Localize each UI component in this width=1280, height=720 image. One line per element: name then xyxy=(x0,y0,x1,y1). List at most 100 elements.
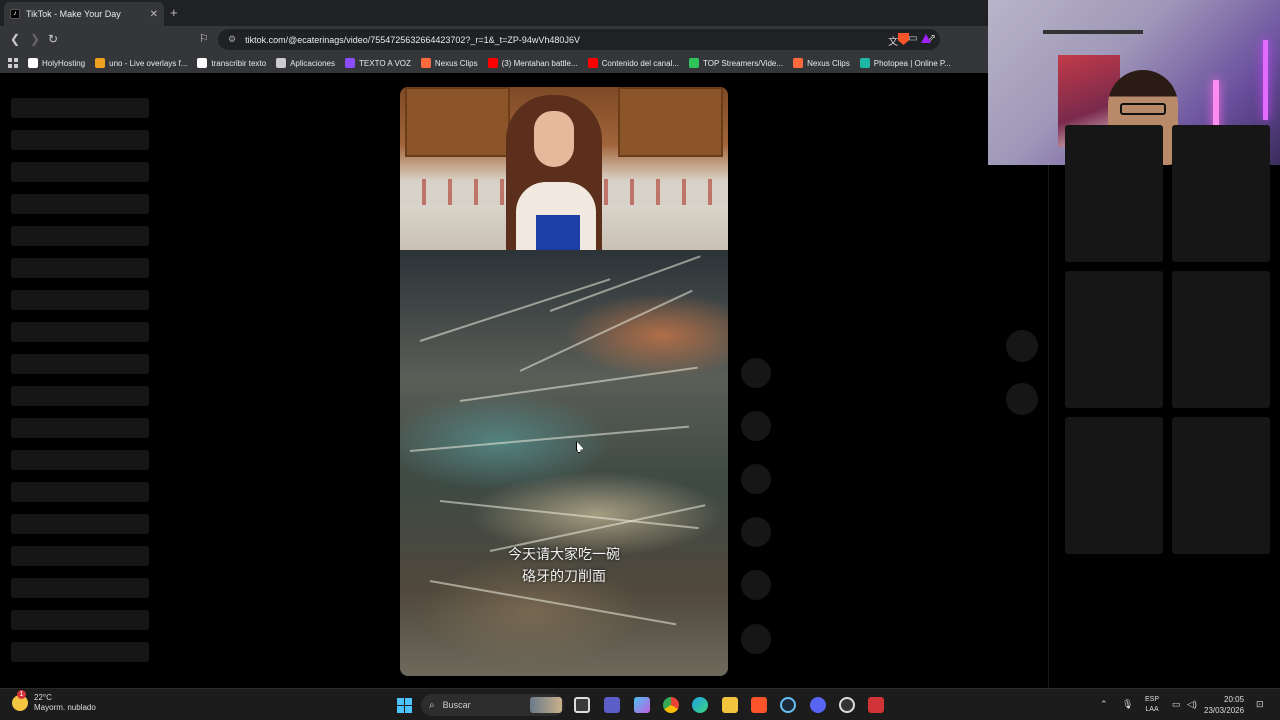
comment-button[interactable] xyxy=(741,411,771,441)
file-explorer-icon[interactable] xyxy=(722,697,738,713)
bookmark-label: Aplicaciones xyxy=(290,58,336,68)
video-texture-streak xyxy=(409,425,690,452)
screen: ♪ TikTok - Make Your Day ✕ + ❮ ❯ ↻ ⚐ ⚙ t… xyxy=(0,0,1280,720)
chrome-icon[interactable] xyxy=(663,697,679,713)
skeleton-row xyxy=(11,610,149,630)
bookmark-item[interactable]: Contenido del canal... xyxy=(587,58,680,68)
save-button[interactable] xyxy=(741,464,771,494)
tiktok-icon: ♪ xyxy=(10,9,20,19)
system-clock[interactable]: 20:05 23/03/2026 xyxy=(1204,694,1244,716)
task-view-icon[interactable] xyxy=(574,697,590,713)
kitchen-cabinet xyxy=(618,87,723,157)
site-info-icon[interactable]: ⚙ xyxy=(228,34,236,45)
streamer-glasses xyxy=(1120,103,1166,115)
like-button[interactable] xyxy=(741,358,771,388)
back-button[interactable]: ❮ xyxy=(10,32,20,46)
video-subtitle-line1: 今天请大家吃一碗 xyxy=(508,547,620,563)
bookmark-item[interactable]: (3) Mentahan battle... xyxy=(487,58,578,68)
bookmark-favicon-icon xyxy=(487,58,498,68)
share-button[interactable] xyxy=(741,517,771,547)
microphone-icon[interactable]: 🎙 xyxy=(1122,699,1133,710)
bookmark-favicon-icon xyxy=(793,58,804,68)
windows-start-icon[interactable] xyxy=(397,698,412,713)
video-texture-streak xyxy=(459,366,698,402)
bookmark-item[interactable]: transcribir texto xyxy=(197,58,266,68)
forward-button[interactable]: ❯ xyxy=(30,32,40,46)
video-card-placeholder[interactable] xyxy=(1172,125,1270,262)
url-text: tiktok.com/@ecaterinags/video/7554725632… xyxy=(245,34,580,45)
video-card-placeholder[interactable] xyxy=(1172,417,1270,554)
address-bar[interactable]: ⚙ tiktok.com/@ecaterinags/video/75547256… xyxy=(218,29,940,50)
browser-tab[interactable]: ♪ TikTok - Make Your Day ✕ xyxy=(4,2,164,26)
skeleton-row xyxy=(11,322,149,342)
keyboard-layout: LAA xyxy=(1145,706,1159,713)
bookmark-item[interactable]: Aplicaciones xyxy=(276,58,335,68)
bookmark-label: uno - Live overlays f... xyxy=(109,58,188,68)
discord-icon[interactable] xyxy=(810,697,826,713)
new-tab-button[interactable]: + xyxy=(170,5,178,20)
clock-date: 23/03/2026 xyxy=(1204,706,1245,715)
skeleton-row xyxy=(11,98,149,118)
video-card-placeholder[interactable] xyxy=(1065,125,1163,262)
notifications-icon[interactable]: ⊡ xyxy=(1256,699,1264,710)
more-button[interactable] xyxy=(741,570,771,600)
bookmark-item[interactable]: TOP Streamers/Vide... xyxy=(689,58,783,68)
bookmark-favicon-icon xyxy=(587,58,598,68)
network-icon[interactable]: ▭ xyxy=(1172,699,1181,710)
bookmark-favicon-icon xyxy=(28,58,38,68)
video-card-placeholder[interactable] xyxy=(1065,271,1163,408)
app-icon[interactable] xyxy=(868,697,884,713)
bookmark-label: Contenido del canal... xyxy=(601,58,680,68)
bookmark-label: TEXTO A VOZ xyxy=(359,58,411,68)
bookmark-item[interactable]: Nexus Clips xyxy=(793,58,850,68)
brave-rewards-icon[interactable] xyxy=(921,34,931,43)
close-tab-icon[interactable]: ✕ xyxy=(150,9,158,20)
apps-icon[interactable] xyxy=(8,58,18,68)
skeleton-row xyxy=(11,482,149,502)
copilot-icon[interactable] xyxy=(634,697,650,713)
divider xyxy=(1048,165,1049,688)
bookmark-item[interactable]: uno - Live overlays f... xyxy=(95,58,187,68)
bookmark-label: transcribir texto xyxy=(211,58,267,68)
bookmark-label: HolyHosting xyxy=(42,58,86,68)
reload-button[interactable]: ↻ xyxy=(48,32,58,46)
video-player[interactable]: 今天请大家吃一碗 硌牙的刀削面 xyxy=(400,87,728,676)
skeleton-row xyxy=(11,642,149,662)
shelf xyxy=(1043,30,1143,34)
skeleton-row xyxy=(11,354,149,374)
cast-icon[interactable]: ▭ xyxy=(908,33,917,48)
steam-icon[interactable] xyxy=(780,697,796,713)
bookmark-favicon-icon xyxy=(689,58,700,68)
browser-tab-bar: ♪ TikTok - Make Your Day ✕ + xyxy=(0,0,988,26)
skeleton-row xyxy=(11,162,149,182)
bookmark-label: Nexus Clips xyxy=(434,58,478,68)
bookmark-item[interactable]: Nexus Clips xyxy=(420,58,478,68)
bookmark-item[interactable]: TEXTO A VOZ xyxy=(345,58,411,68)
skeleton-row xyxy=(11,194,149,214)
skeleton-row xyxy=(11,226,149,246)
browser-nav-bar: ❮ ❯ ↻ ⚐ ⚙ tiktok.com/@ecaterinags/video/… xyxy=(0,26,988,53)
show-hidden-icons-icon[interactable]: ⌃ xyxy=(1100,699,1108,710)
previous-video-button[interactable] xyxy=(1006,330,1038,362)
edge-icon[interactable] xyxy=(692,697,708,713)
translate-icon[interactable]: 文 xyxy=(888,33,898,48)
video-subtitle-line2: 硌牙的刀削面 xyxy=(522,569,606,585)
bookmarks-bar: HolyHosting uno - Live overlays f... trans… xyxy=(0,53,988,73)
bookmark-item[interactable]: HolyHosting xyxy=(28,58,85,68)
volume-icon[interactable]: ◁) xyxy=(1187,699,1197,710)
bookmark-icon[interactable]: ⚐ xyxy=(199,32,209,45)
next-video-button[interactable] xyxy=(1006,383,1038,415)
brave-icon[interactable] xyxy=(751,697,767,713)
video-frame-top xyxy=(400,87,728,250)
video-card-placeholder[interactable] xyxy=(1172,271,1270,408)
bookmark-item[interactable]: Photopea | Online P... xyxy=(859,58,951,68)
weather-widget[interactable]: 1 22°C Mayorm. nublado xyxy=(12,690,96,713)
video-card-placeholder[interactable] xyxy=(1065,417,1163,554)
obs-icon[interactable] xyxy=(839,697,855,713)
windows-taskbar: 1 22°C Mayorm. nublado ⌕ Buscar ⌃ 🎙 ESP … xyxy=(0,688,1280,720)
language-indicator[interactable]: ESP LAA xyxy=(1145,695,1159,715)
weather-temp: 22°C xyxy=(34,693,52,702)
teams-icon[interactable] xyxy=(604,697,620,713)
search-placeholder: Buscar xyxy=(442,700,471,710)
music-button[interactable] xyxy=(741,624,771,654)
